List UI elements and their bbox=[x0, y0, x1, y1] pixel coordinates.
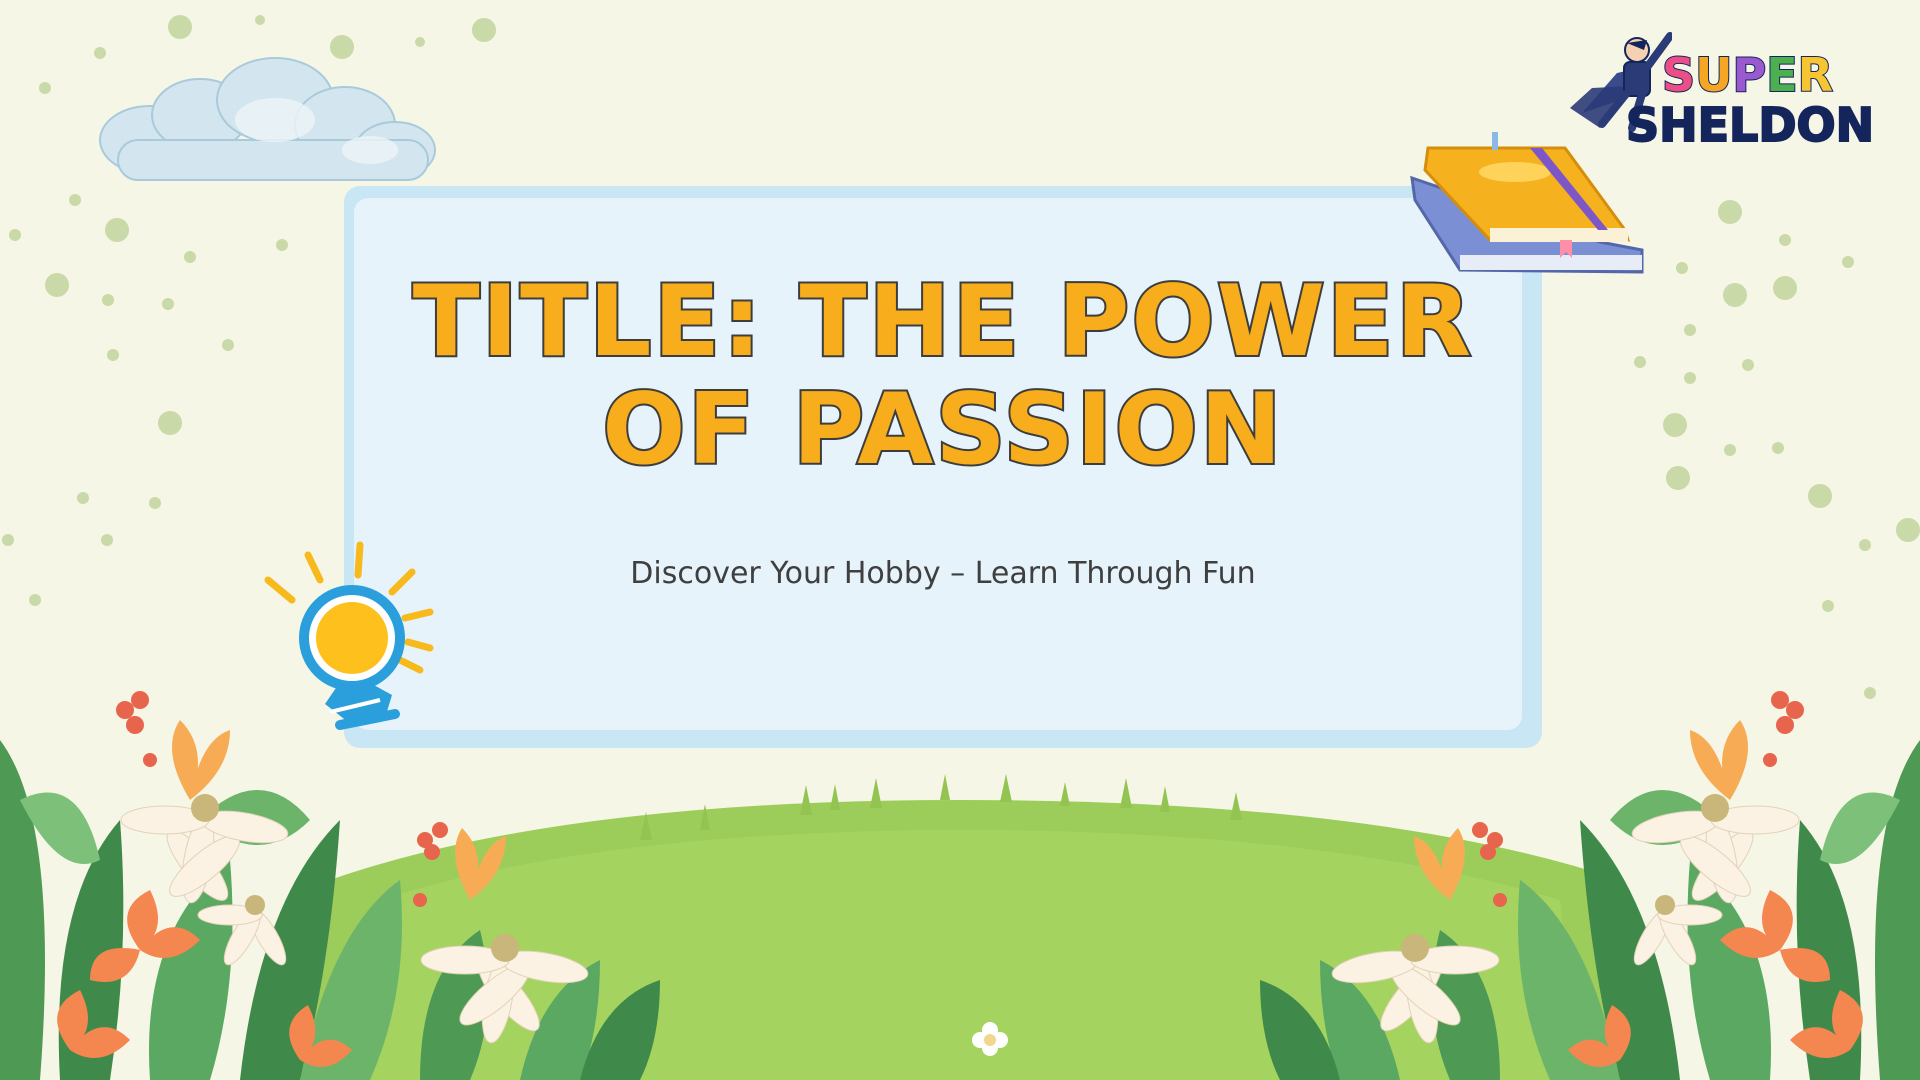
flowers-icon bbox=[0, 690, 1920, 1080]
